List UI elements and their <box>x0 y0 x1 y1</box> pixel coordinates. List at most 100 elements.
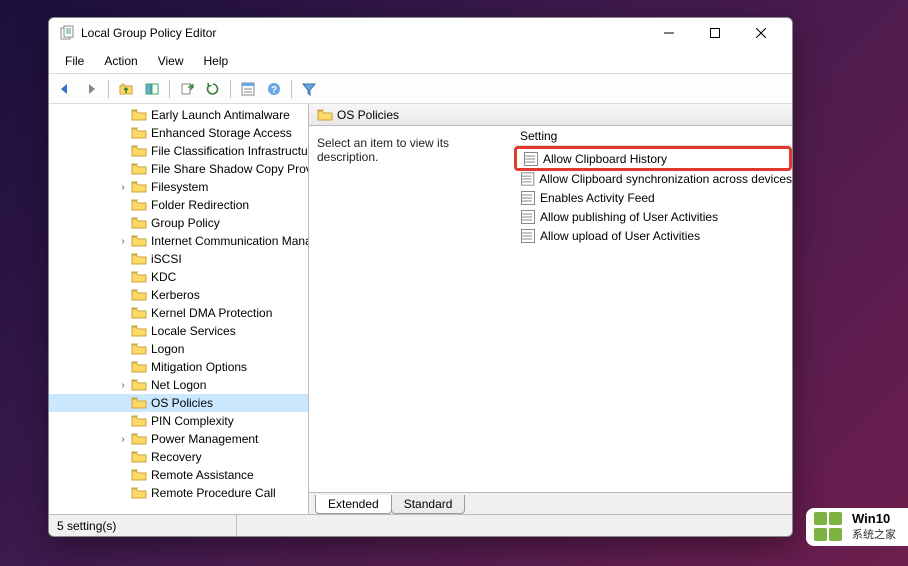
statusbar: 5 setting(s) <box>49 514 792 536</box>
content-area: Early Launch Antimalware Enhanced Storage… <box>49 104 792 514</box>
tree-item-label: iSCSI <box>151 252 182 266</box>
folder-icon <box>131 449 147 465</box>
tree-item[interactable]: File Classification Infrastructure <box>49 142 308 160</box>
folder-icon <box>131 431 147 447</box>
tree-item-label: Internet Communication Management <box>151 234 308 248</box>
tree-item-label: Group Policy <box>151 216 220 230</box>
setting-item[interactable]: Enables Activity Feed <box>514 188 792 207</box>
tree-expander-icon[interactable]: › <box>117 236 129 247</box>
policy-icon <box>523 151 539 167</box>
tree-item[interactable]: Kernel DMA Protection <box>49 304 308 322</box>
details-pane: OS Policies Select an item to view its d… <box>309 104 792 514</box>
details-header-label: OS Policies <box>337 108 399 122</box>
tree-scroll[interactable]: Early Launch Antimalware Enhanced Storage… <box>49 104 308 514</box>
setting-item[interactable]: Allow Clipboard synchronization across d… <box>514 169 792 188</box>
tree-item[interactable]: Remote Procedure Call <box>49 484 308 502</box>
tree-item[interactable]: KDC <box>49 268 308 286</box>
up-folder-button[interactable] <box>114 78 138 100</box>
folder-icon <box>317 107 333 123</box>
tree-item[interactable]: Kerberos <box>49 286 308 304</box>
folder-icon <box>131 179 147 195</box>
tree-item[interactable]: Early Launch Antimalware <box>49 106 308 124</box>
folder-icon <box>131 287 147 303</box>
tree-expander-icon[interactable]: › <box>117 434 129 445</box>
tree-expander-icon[interactable]: › <box>117 380 129 391</box>
details-header: OS Policies <box>309 104 792 126</box>
setting-item[interactable]: Allow Clipboard History <box>514 146 792 171</box>
tree-item[interactable]: Enhanced Storage Access <box>49 124 308 142</box>
tree-item[interactable]: Logon <box>49 340 308 358</box>
setting-item-label: Allow Clipboard synchronization across d… <box>539 172 792 186</box>
maximize-button[interactable] <box>692 18 738 48</box>
setting-item-label: Allow publishing of User Activities <box>540 210 718 224</box>
show-hide-tree-button[interactable] <box>140 78 164 100</box>
tree-item[interactable]: Recovery <box>49 448 308 466</box>
tree-item[interactable]: PIN Complexity <box>49 412 308 430</box>
menu-action[interactable]: Action <box>94 50 147 72</box>
tree-item-label: Logon <box>151 342 184 356</box>
folder-icon <box>131 413 147 429</box>
tree-item[interactable]: Locale Services <box>49 322 308 340</box>
tree-item[interactable]: › Net Logon <box>49 376 308 394</box>
tree-item[interactable]: › Internet Communication Management <box>49 232 308 250</box>
description-text: Select an item to view its description. <box>317 136 449 164</box>
setting-item-label: Allow upload of User Activities <box>540 229 700 243</box>
properties-button[interactable] <box>236 78 260 100</box>
tree-item-label: Enhanced Storage Access <box>151 126 292 140</box>
menu-view[interactable]: View <box>148 50 194 72</box>
folder-icon <box>131 467 147 483</box>
settings-column-header[interactable]: Setting <box>514 126 792 146</box>
close-button[interactable] <box>738 18 784 48</box>
folder-icon <box>131 197 147 213</box>
tree-item-label: Kernel DMA Protection <box>151 306 272 320</box>
tree-item-label: Folder Redirection <box>151 198 249 212</box>
tree-item[interactable]: Mitigation Options <box>49 358 308 376</box>
tree-item-label: PIN Complexity <box>151 414 234 428</box>
help-button[interactable]: ? <box>262 78 286 100</box>
tree-item-label: Locale Services <box>151 324 236 338</box>
folder-icon <box>131 251 147 267</box>
folder-icon <box>131 215 147 231</box>
minimize-button[interactable] <box>646 18 692 48</box>
tree-item-label: File Classification Infrastructure <box>151 144 308 158</box>
app-icon <box>59 25 75 41</box>
refresh-button[interactable] <box>201 78 225 100</box>
tree-item[interactable]: ›Filesystem <box>49 178 308 196</box>
titlebar: Local Group Policy Editor <box>49 18 792 48</box>
tree-expander-icon[interactable]: › <box>117 182 129 193</box>
menu-file[interactable]: File <box>55 50 94 72</box>
folder-icon <box>131 341 147 357</box>
folder-icon <box>131 305 147 321</box>
tree-item[interactable]: ›Power Management <box>49 430 308 448</box>
forward-button[interactable] <box>79 78 103 100</box>
tab-standard[interactable]: Standard <box>391 495 466 514</box>
tree-item[interactable]: Group Policy <box>49 214 308 232</box>
folder-icon <box>131 377 147 393</box>
back-button[interactable] <box>53 78 77 100</box>
folder-icon <box>131 323 147 339</box>
export-list-button[interactable] <box>175 78 199 100</box>
menubar: File Action View Help <box>49 48 792 74</box>
folder-icon <box>131 107 147 123</box>
tree-item[interactable]: Folder Redirection <box>49 196 308 214</box>
window-title: Local Group Policy Editor <box>81 26 646 40</box>
menu-help[interactable]: Help <box>194 50 239 72</box>
description-column: Select an item to view its description. <box>309 126 514 492</box>
tree-item[interactable]: OS Policies <box>49 394 308 412</box>
filter-button[interactable] <box>297 78 321 100</box>
setting-item[interactable]: Allow publishing of User Activities <box>514 207 792 226</box>
tree-item-label: KDC <box>151 270 176 284</box>
view-tabs: Extended Standard <box>309 492 792 514</box>
folder-icon <box>131 233 147 249</box>
tree-item[interactable]: Remote Assistance <box>49 466 308 484</box>
tab-extended[interactable]: Extended <box>315 495 392 514</box>
policy-icon <box>520 209 536 225</box>
tree-item-label: OS Policies <box>151 396 213 410</box>
setting-item[interactable]: Allow upload of User Activities <box>514 226 792 245</box>
tree-item[interactable]: File Share Shadow Copy Provider <box>49 160 308 178</box>
tree-item-label: Net Logon <box>151 378 206 392</box>
folder-icon <box>131 359 147 375</box>
watermark: Win10 系统之家 <box>806 508 908 546</box>
tree-item-label: File Share Shadow Copy Provider <box>151 162 308 176</box>
tree-item[interactable]: iSCSI <box>49 250 308 268</box>
